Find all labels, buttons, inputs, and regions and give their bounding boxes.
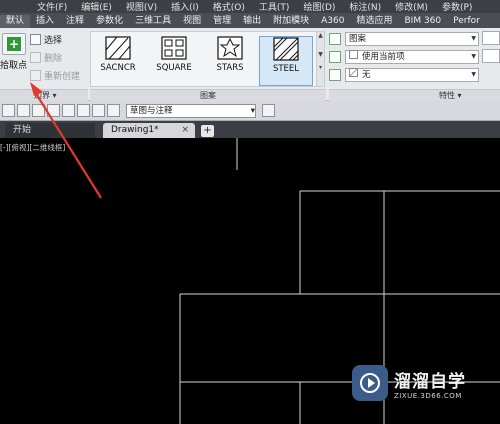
- watermark-title: 溜溜自学: [394, 371, 466, 392]
- watermark-subtitle: ZIXUE.3D66.COM: [394, 391, 462, 400]
- play-logo-icon: [352, 365, 388, 401]
- watermark-text: 溜溜自学 ZIXUE.3D66.COM: [394, 367, 466, 400]
- play-icon: [360, 373, 380, 393]
- watermark: 溜溜自学 ZIXUE.3D66.COM: [352, 358, 472, 408]
- arrow-head: [30, 82, 43, 96]
- arrow-shaft: [34, 91, 102, 199]
